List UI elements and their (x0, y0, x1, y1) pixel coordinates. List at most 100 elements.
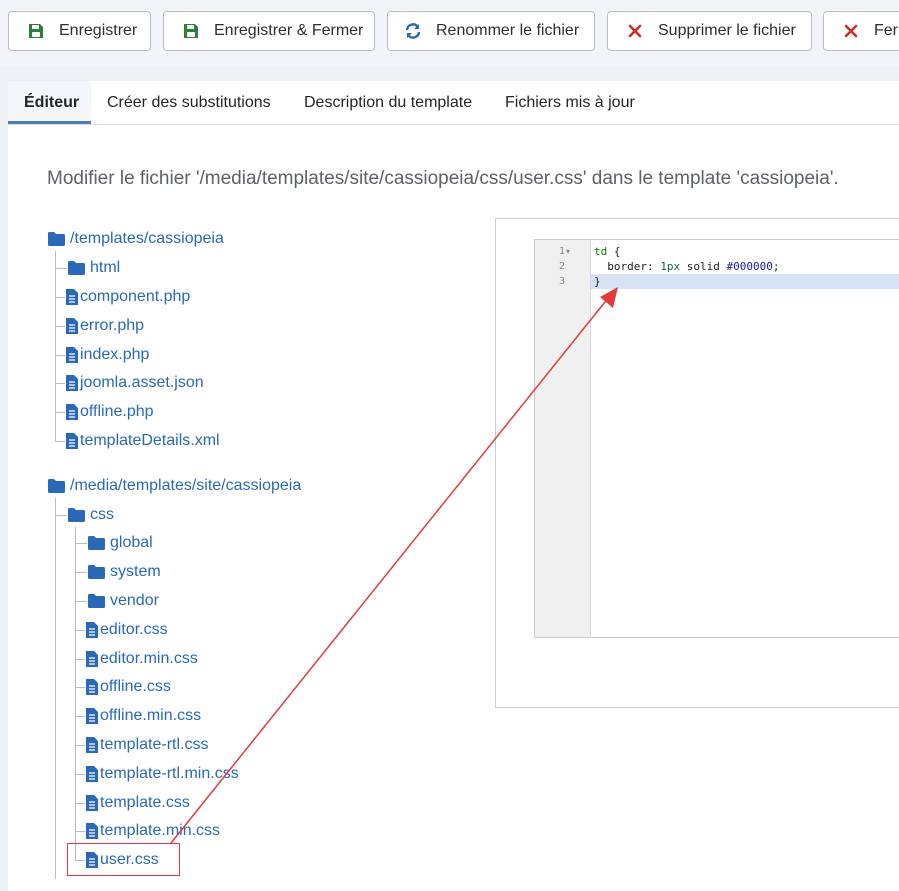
line-number: 2 (558, 261, 565, 272)
tree-connector (75, 774, 85, 775)
line-number: 1 (558, 246, 565, 257)
tree-label: joomla.asset.json (80, 374, 204, 391)
folder-icon (68, 508, 85, 522)
tree-file-template-min-css[interactable]: template.min.css (86, 820, 220, 842)
rename-file-button[interactable]: Renommer le fichier (387, 11, 595, 51)
tree-connector (55, 268, 67, 269)
file-icon (86, 708, 98, 724)
folder-icon (48, 232, 65, 246)
tree-label: error.php (80, 317, 145, 334)
highlight-box-annotation (67, 843, 180, 876)
tree-label: template-rtl.min.css (100, 765, 239, 782)
rename-label: Renommer le fichier (436, 22, 580, 39)
tree-label: index.php (80, 346, 150, 363)
tree-file-template-details[interactable]: templateDetails.xml (66, 430, 220, 452)
tree-file-index[interactable]: index.php (66, 344, 149, 366)
tree-label: css (90, 506, 114, 523)
folder-icon (88, 565, 105, 579)
tree-connector (75, 687, 85, 688)
tree-file-template-css[interactable]: template.css (86, 792, 190, 814)
tree-connector (75, 831, 85, 832)
file-icon (86, 823, 98, 839)
line-number: 3 (558, 276, 565, 287)
css-selector: td (594, 245, 608, 258)
folder-icon (88, 594, 105, 608)
tab-updated-label: Fichiers mis à jour (505, 94, 635, 111)
file-icon (86, 766, 98, 782)
close-icon (842, 22, 860, 40)
tree-connector (75, 659, 85, 660)
close-label: Fermer (874, 22, 899, 39)
tab-updated-files[interactable]: Fichiers mis à jour (489, 81, 651, 124)
tab-template-description[interactable]: Description du template (288, 81, 488, 124)
folder-icon (88, 536, 105, 550)
file-icon (86, 651, 98, 667)
tab-editor-label: Éditeur (24, 94, 80, 111)
tree-file-offline[interactable]: offline.php (66, 401, 154, 423)
tree-label: template.min.css (100, 822, 221, 839)
tree-label: offline.css (100, 678, 171, 695)
save-button[interactable]: Enregistrer (8, 11, 151, 51)
tree-connector (55, 355, 65, 356)
tree-label: template-rtl.css (100, 736, 209, 753)
refresh-icon (404, 22, 422, 40)
tree-folder-html[interactable]: html (68, 257, 120, 279)
tree-label: /media/templates/site/cassiopeia (70, 477, 302, 494)
tree-folder-system[interactable]: system (88, 561, 161, 583)
delete-label: Supprimer le fichier (658, 22, 796, 39)
file-icon (66, 375, 78, 391)
tree-connector (75, 716, 85, 717)
tree-file-asset[interactable]: joomla.asset.json (66, 372, 204, 394)
file-icon (86, 795, 98, 811)
save-close-label: Enregistrer & Fermer (214, 22, 364, 39)
active-line-highlight (591, 274, 899, 289)
tree-connector (55, 412, 65, 413)
tree-connector (75, 745, 85, 746)
tree-folder-media[interactable]: /media/templates/site/cassiopeia (48, 475, 301, 497)
tree-connector (55, 441, 65, 442)
tree-label: offline.min.css (100, 707, 202, 724)
tree-label: template.css (100, 794, 190, 811)
css-color: #000000 (726, 260, 773, 273)
tree-file-offline-css[interactable]: offline.css (86, 676, 171, 698)
tree-file-offline-min-css[interactable]: offline.min.css (86, 705, 201, 727)
css-property: border: (594, 260, 661, 273)
tree-folder-vendor[interactable]: vendor (88, 590, 159, 612)
css-keyword: solid (680, 260, 727, 273)
tree-connector (55, 326, 65, 327)
tree-label: vendor (110, 592, 159, 609)
tree-file-template-rtl-css[interactable]: template-rtl.css (86, 734, 208, 756)
close-button[interactable]: Fermer (823, 11, 899, 51)
code-editor[interactable]: 1 ▾ 2 3 td { border: 1px solid #000000; … (534, 239, 899, 638)
tree-label: global (110, 534, 153, 551)
tree-connector (75, 803, 85, 804)
file-icon (86, 737, 98, 753)
tree-label: /templates/cassiopeia (70, 230, 224, 247)
tree-label: offline.php (80, 403, 154, 420)
tree-file-error[interactable]: error.php (66, 315, 144, 337)
tree-connector (75, 527, 76, 860)
tree-file-component[interactable]: component.php (66, 286, 190, 308)
file-icon (66, 289, 78, 305)
file-icon (86, 622, 98, 638)
tree-file-editor-min-css[interactable]: editor.min.css (86, 648, 198, 670)
tree-label: editor.min.css (100, 650, 198, 667)
tree-connector (75, 630, 85, 631)
tree-folder-templates[interactable]: /templates/cassiopeia (48, 228, 224, 250)
fold-arrow-icon[interactable]: ▾ (566, 244, 570, 259)
tab-editor[interactable]: Éditeur (8, 81, 91, 124)
toolbar: Enregistrer Enregistrer & Fermer Renomme… (0, 0, 899, 66)
tree-file-template-rtl-min-css[interactable]: template-rtl.min.css (86, 763, 239, 785)
tab-create-overrides[interactable]: Créer des substitutions (91, 81, 287, 124)
tree-file-editor-css[interactable]: editor.css (86, 619, 168, 641)
css-brace: } (594, 275, 601, 288)
tree-label: component.php (80, 288, 191, 305)
tree-folder-global[interactable]: global (88, 532, 153, 554)
tree-label: editor.css (100, 621, 168, 638)
save-label: Enregistrer (59, 22, 138, 39)
delete-file-button[interactable]: Supprimer le fichier (607, 11, 812, 51)
css-semicolon: ; (772, 260, 780, 273)
save-close-button[interactable]: Enregistrer & Fermer (163, 11, 375, 51)
tree-folder-css[interactable]: css (68, 504, 114, 526)
tab-bar: Éditeur Créer des substitutions Descript… (8, 81, 899, 125)
